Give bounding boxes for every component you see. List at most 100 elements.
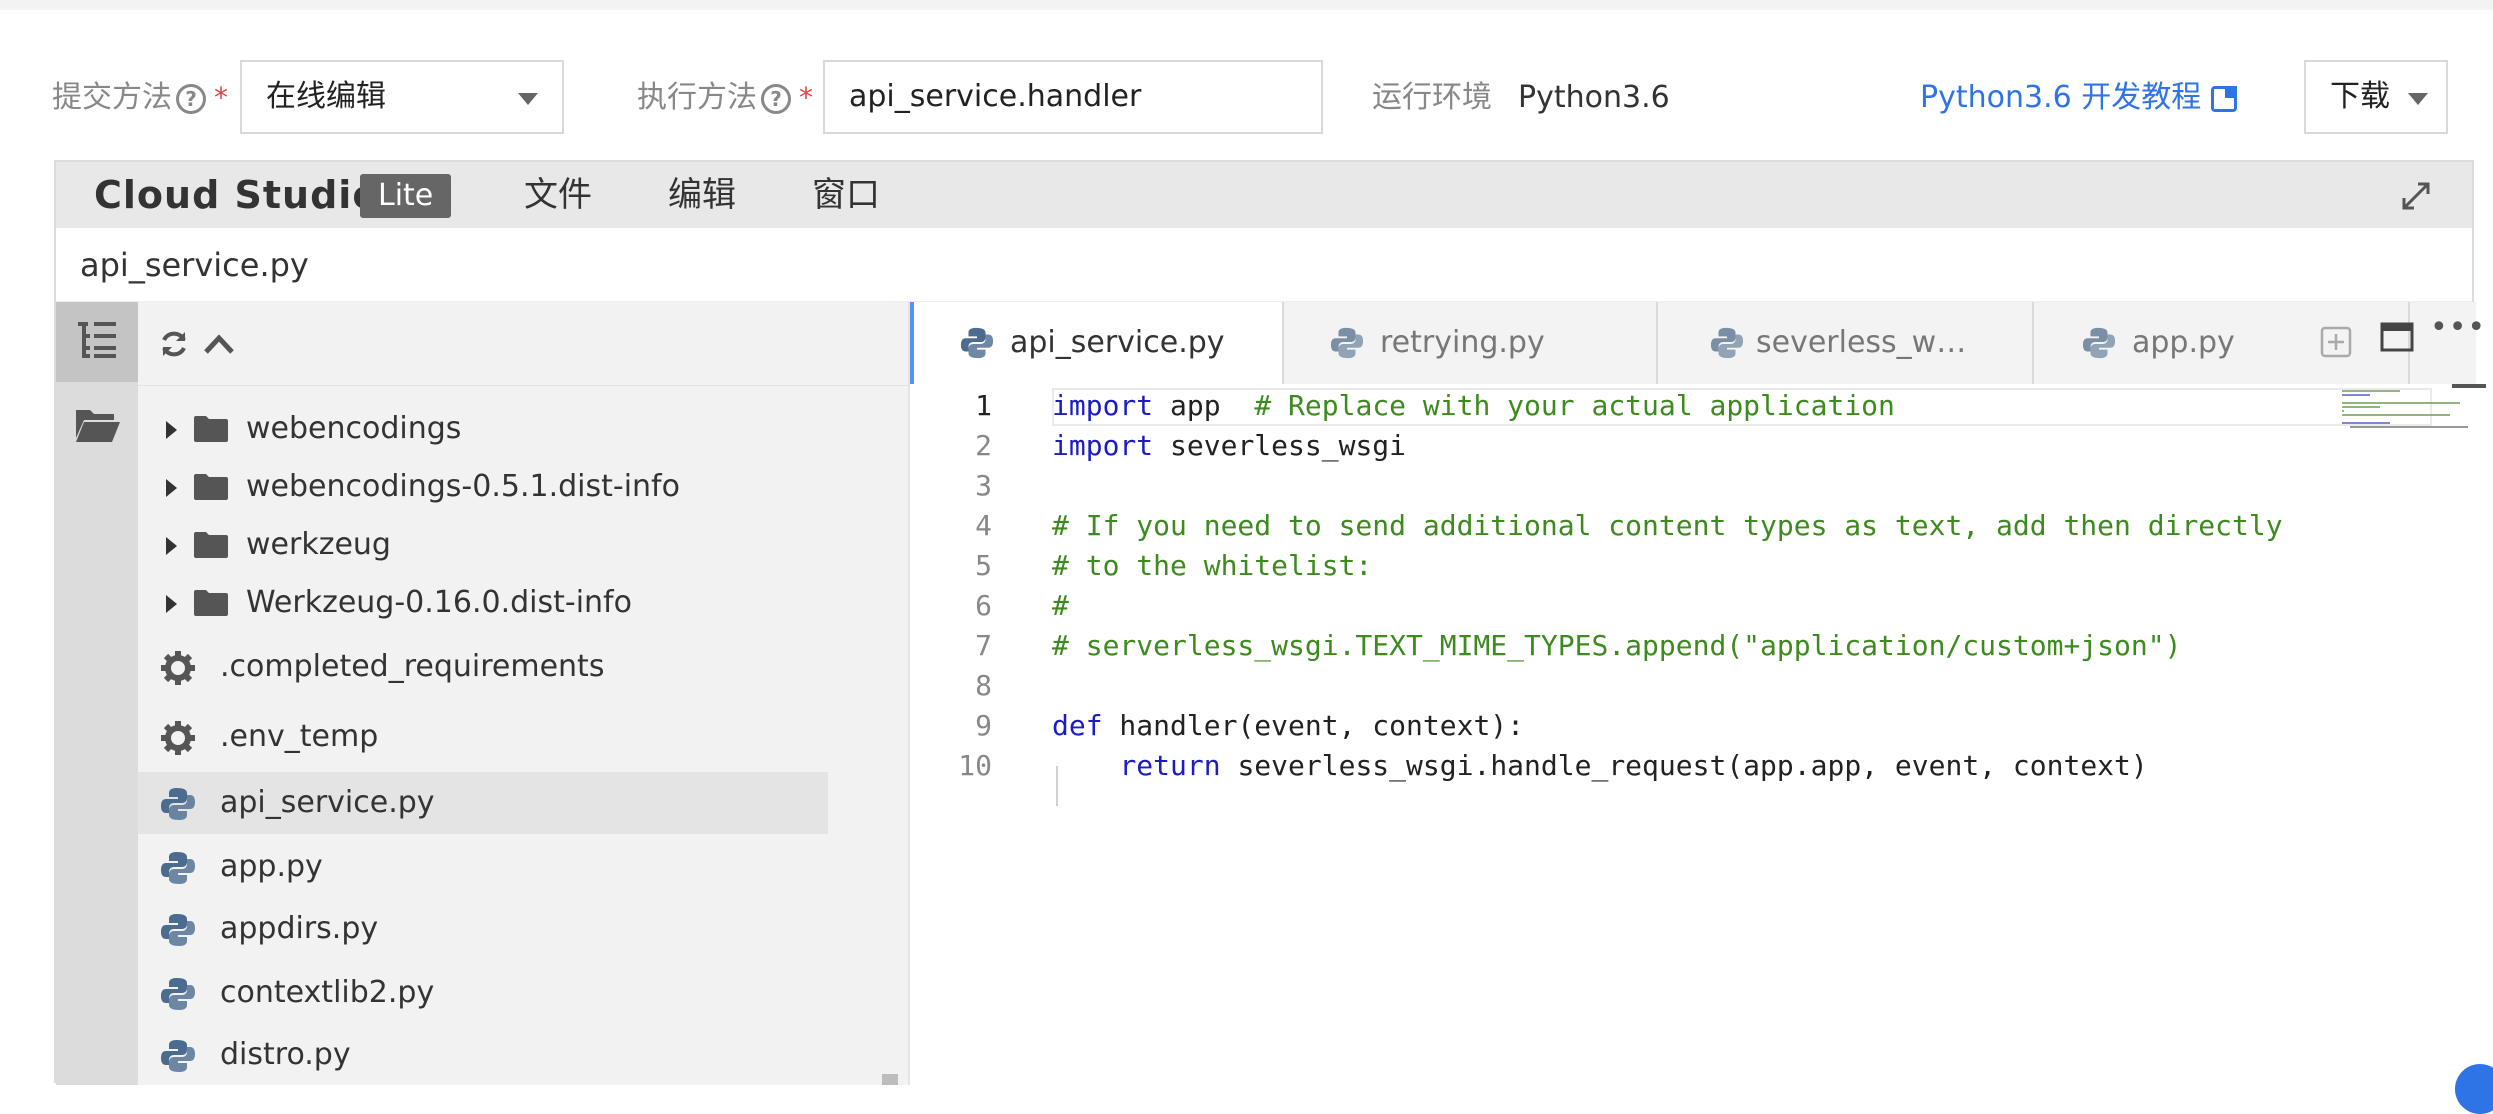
refresh-icon[interactable] (158, 328, 190, 360)
more-icon[interactable]: ••• (2430, 310, 2486, 350)
code-minimap[interactable] (2340, 388, 2470, 448)
code-line: import app # Replace with your actual ap… (1052, 389, 1895, 422)
tree-file-item-selected[interactable]: api_service.py (138, 772, 828, 834)
current-file-bar: api_service.py (56, 228, 2472, 302)
line-number: 6 (975, 589, 992, 622)
exec-method-label: 执行方法? * (637, 80, 813, 115)
runtime-label: 运行环境 (1372, 80, 1492, 115)
code-line: import severless_wsgi (1052, 429, 1407, 462)
code-line: return severless_wsgi.handle_request(app… (1119, 749, 2148, 782)
tutorial-link[interactable]: Python3.6 开发教程 (1920, 58, 2238, 138)
python-icon (1330, 327, 1364, 359)
python-icon (2082, 327, 2116, 359)
required-mark: * (799, 81, 813, 114)
line-number: 2 (975, 429, 992, 462)
folder-icon (194, 590, 228, 616)
tree-item-label: appdirs.py (220, 911, 379, 946)
gear-icon (161, 651, 195, 685)
tab-severless-wsgi[interactable]: severless_w… (1660, 302, 2034, 384)
tree-item-label: webencodings (246, 411, 462, 446)
cloud-studio-ide: Cloud Studio Lite 文件 编辑 窗口 api_service.p… (54, 160, 2486, 1085)
tree-item-label: webencodings-0.5.1.dist-info (246, 469, 680, 504)
current-file-name: api_service.py (80, 246, 309, 284)
download-label: 下载 (2330, 79, 2390, 114)
editor-scrollbar[interactable] (2452, 384, 2486, 388)
explorer-scrollbar[interactable] (882, 1074, 898, 1085)
python-icon (960, 327, 994, 359)
tree-folder-item[interactable]: webencodings-0.5.1.dist-info (138, 456, 828, 518)
tree-folder-item[interactable]: webencodings (138, 398, 828, 460)
tab-app[interactable]: app.py (2036, 302, 2410, 384)
tree-list-icon (78, 322, 116, 358)
folder-icon (194, 532, 228, 558)
tab-label: retrying.py (1380, 325, 1545, 360)
code-line: # serverless_wsgi.TEXT_MIME_TYPES.append… (1052, 629, 2182, 662)
explorer-toolbar (138, 302, 908, 386)
line-number: 5 (975, 549, 992, 582)
tree-file-item[interactable]: app.py (138, 836, 828, 898)
folder-icon (194, 474, 228, 500)
tree-file-item[interactable]: .env_temp (138, 706, 828, 768)
line-number: 9 (975, 709, 992, 742)
submit-method-select[interactable]: 在线编辑 (240, 60, 564, 134)
python-icon (161, 978, 195, 1010)
gear-icon (161, 721, 195, 755)
runtime-value: Python3.6 (1518, 80, 1670, 115)
help-icon[interactable]: ? (761, 83, 791, 114)
chevron-right-icon (166, 595, 177, 613)
lite-badge: Lite (360, 174, 452, 218)
submit-method-value: 在线编辑 (266, 79, 386, 114)
download-dropdown[interactable]: 下载 (2304, 60, 2448, 134)
tree-file-item[interactable]: distro.py (138, 1024, 828, 1085)
tree-folder-item[interactable]: Werkzeug-0.16.0.dist-info (138, 572, 828, 634)
exec-method-value: api_service.handler (849, 79, 1142, 114)
python-icon (1710, 327, 1744, 359)
tree-item-label: distro.py (220, 1037, 351, 1072)
tab-api-service[interactable]: api_service.py (910, 302, 1284, 384)
line-number: 1 (975, 389, 992, 422)
brand-title: Cloud Studio (94, 173, 380, 217)
maximize-panel-icon[interactable] (2380, 322, 2414, 352)
explorer-view-button[interactable] (56, 386, 138, 466)
python-icon (161, 914, 195, 946)
help-icon[interactable]: ? (176, 83, 206, 114)
line-number: 10 (958, 749, 992, 782)
folder-icon (194, 416, 228, 442)
required-mark: * (214, 81, 228, 114)
tree-file-item[interactable]: contextlib2.py (138, 962, 828, 1024)
menu-edit[interactable]: 编辑 (668, 162, 736, 228)
outline-view-button[interactable] (56, 302, 138, 382)
python-icon (161, 1040, 195, 1072)
activity-bar (56, 302, 138, 1085)
tree-file-item[interactable]: appdirs.py (138, 898, 828, 960)
exec-method-input[interactable]: api_service.handler (823, 60, 1323, 134)
tab-label: app.py (2132, 325, 2235, 360)
chevron-down-icon (518, 93, 538, 105)
fullscreen-icon[interactable] (2400, 180, 2432, 212)
menu-window[interactable]: 窗口 (812, 162, 880, 228)
chevron-right-icon (166, 537, 177, 555)
chevron-right-icon (166, 479, 177, 497)
external-link-icon (2211, 85, 2238, 112)
code-line: # to the whitelist: (1052, 549, 1373, 582)
line-number: 4 (975, 509, 992, 542)
code-area[interactable]: 1 2 3 4 5 6 7 8 9 10 import app # Replac… (910, 384, 2486, 1085)
collapse-up-icon[interactable] (202, 330, 236, 358)
file-explorer: webencodings webencodings-0.5.1.dist-inf… (138, 302, 908, 1085)
menu-file[interactable]: 文件 (524, 162, 592, 228)
tree-item-label: api_service.py (220, 785, 435, 820)
folder-open-icon (76, 410, 120, 442)
line-number: 7 (975, 629, 992, 662)
tab-label: api_service.py (1010, 325, 1225, 360)
python-icon (161, 852, 195, 884)
line-number: 3 (975, 469, 992, 502)
tree-item-label: contextlib2.py (220, 975, 435, 1010)
code-line: def handler(event, context): (1052, 709, 1525, 742)
tree-file-item[interactable]: .completed_requirements (138, 636, 828, 698)
add-tab-icon[interactable] (2320, 326, 2352, 358)
top-strip (0, 0, 2493, 10)
function-config-row: 提交方法? * 在线编辑 执行方法? * api_service.handler 运… (0, 58, 2493, 138)
tree-folder-item[interactable]: werkzeug (138, 514, 828, 576)
floating-help-button[interactable] (2455, 1064, 2493, 1114)
tab-retrying[interactable]: retrying.py (1284, 302, 1658, 384)
